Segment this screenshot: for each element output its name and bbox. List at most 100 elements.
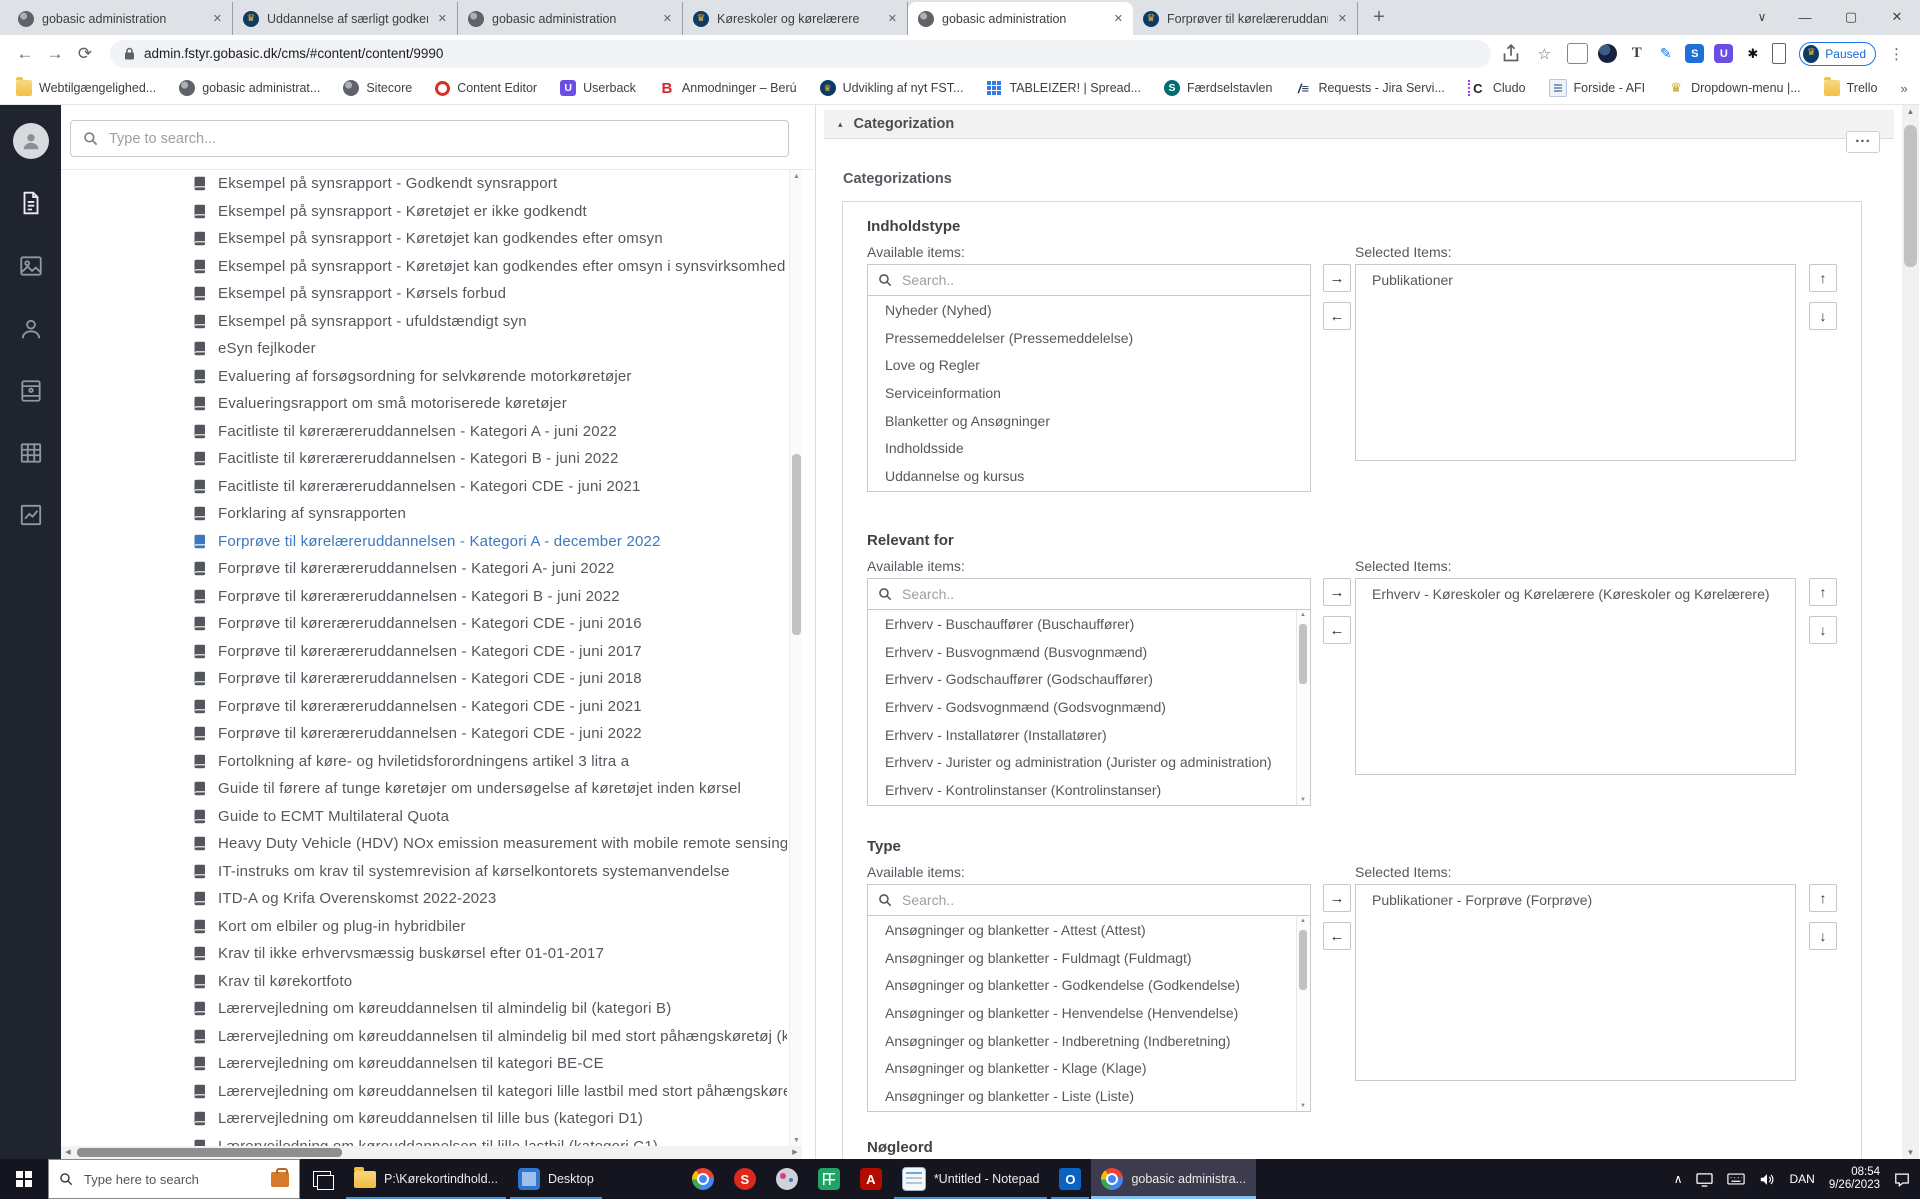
browser-menu-icon[interactable]: ⋮ — [1889, 45, 1904, 63]
tab-close-icon[interactable]: ✕ — [211, 10, 224, 27]
bookmark-item[interactable]: /≡ Requests - Jira Servi... — [1295, 80, 1444, 96]
move-right-button[interactable]: → — [1323, 264, 1351, 292]
move-up-button[interactable]: ↑ — [1809, 578, 1837, 606]
list-scrollbar[interactable]: ▲ ▼ — [1296, 610, 1310, 805]
document-list-item[interactable]: Lærervejledning om køreuddannelsen til l… — [61, 1105, 787, 1133]
categorization-header[interactable]: ▴ Categorization — [824, 110, 1894, 139]
tab-close-icon[interactable]: ✕ — [1112, 10, 1125, 27]
selected-item[interactable]: Erhverv - Køreskoler og Kørelærere (Køre… — [1356, 579, 1795, 609]
close-button[interactable]: ✕ — [1874, 0, 1920, 34]
taskbar-search-input[interactable] — [82, 1171, 262, 1188]
taskbar-app[interactable]: Desktop — [508, 1159, 604, 1199]
bookmark-item[interactable]: B Anmodninger – Berú — [659, 80, 797, 96]
move-up-button[interactable]: ↑ — [1809, 884, 1837, 912]
document-list-item[interactable]: Forprøve til køreræreruddannelsen - Kate… — [61, 693, 787, 721]
bookmark-item[interactable]: Content Editor — [435, 81, 537, 96]
bookmark-item[interactable]: Trello — [1824, 80, 1878, 96]
document-list-item[interactable]: Guide til førere af tunge køretøjer om u… — [61, 775, 787, 803]
document-list-item[interactable]: Fortolkning af køre- og hviletidsforordn… — [61, 748, 787, 776]
browser-tab[interactable]: gobasic administration ✕ — [8, 2, 233, 35]
hidden-icons-chevron[interactable]: ∧ — [1674, 1172, 1683, 1186]
available-item[interactable]: Indholdsside — [868, 434, 1310, 462]
scrollbar-thumb[interactable] — [1299, 930, 1307, 990]
document-list-item[interactable]: Forprøve til køreræreruddannelsen - Kate… — [61, 638, 787, 666]
move-left-button[interactable]: ← — [1323, 302, 1351, 330]
start-button[interactable] — [0, 1159, 48, 1199]
taskbar-app[interactable]: O — [1049, 1159, 1091, 1199]
document-list-item[interactable]: IT-instruks om krav til systemrevision a… — [61, 858, 787, 886]
scroll-down-icon[interactable]: ▼ — [790, 1137, 803, 1144]
available-item[interactable]: Erhverv - Busvognmænd (Busvognmænd) — [868, 638, 1310, 666]
available-item[interactable]: Ansøgninger og blanketter - Attest (Atte… — [868, 916, 1310, 944]
scroll-up-icon[interactable]: ▲ — [1297, 918, 1309, 924]
document-list-item[interactable]: Forprøve til køreræreruddannelsen - Kate… — [61, 555, 787, 583]
tray-keyboard-icon[interactable] — [1727, 1172, 1745, 1186]
bookmark-item[interactable]: ♛ Dropdown-menu |... — [1668, 80, 1801, 96]
taskbar-app[interactable]: P:\Kørekortindhold... — [344, 1159, 508, 1199]
list-vertical-scrollbar[interactable]: ▲ ▼ — [789, 170, 802, 1147]
tab-close-icon[interactable]: ✕ — [661, 10, 674, 27]
reload-icon[interactable]: ⟳ — [70, 39, 100, 69]
scrollbar-thumb[interactable] — [1904, 125, 1917, 267]
extension-icon[interactable]: S — [1685, 44, 1704, 63]
sidebar-item-tables[interactable] — [0, 440, 61, 466]
available-item[interactable]: Erhverv - Kontrolinstanser (Kontrolinsta… — [868, 776, 1310, 804]
scrollbar-thumb[interactable] — [1299, 624, 1307, 684]
document-list-item[interactable]: Facitliste til køreræreruddannelsen - Ka… — [61, 473, 787, 501]
tab-search-chevron-icon[interactable]: ∨ — [1742, 0, 1782, 34]
document-list-item[interactable]: Lærervejledning om køreuddannelsen til k… — [61, 1050, 787, 1078]
move-down-button[interactable]: ↓ — [1809, 616, 1837, 644]
available-search-input[interactable] — [900, 271, 1300, 289]
available-item[interactable]: Ansøgninger og blanketter - Liste (Liste… — [868, 1082, 1310, 1110]
taskbar-app[interactable] — [808, 1159, 850, 1199]
sidebar-item-contacts[interactable] — [0, 378, 61, 404]
move-up-button[interactable]: ↑ — [1809, 264, 1837, 292]
share-icon[interactable] — [1501, 44, 1521, 64]
scroll-down-icon[interactable]: ▼ — [1297, 797, 1309, 803]
sidebar-item-analytics[interactable] — [0, 502, 61, 528]
document-list-item[interactable]: Facitliste til køreræreruddannelsen - Ka… — [61, 445, 787, 473]
document-list-item[interactable]: Evaluering af forsøgsordning for selvkør… — [61, 363, 787, 391]
scrollbar-thumb[interactable] — [77, 1148, 342, 1157]
move-right-button[interactable]: → — [1323, 884, 1351, 912]
bookmark-item[interactable]: S Færdselstavlen — [1164, 80, 1272, 96]
taskbar-app[interactable]: A — [850, 1159, 892, 1199]
bookmark-item[interactable]: C Cludo — [1468, 80, 1526, 96]
document-list-item[interactable]: Lærervejledning om køreuddannelsen til k… — [61, 1078, 787, 1106]
tray-monitor-icon[interactable] — [1696, 1172, 1713, 1187]
taskbar-app[interactable] — [682, 1159, 724, 1199]
browser-tab[interactable]: Køreskoler og kørelærere ✕ — [683, 2, 908, 35]
document-list-item[interactable]: Heavy Duty Vehicle (HDV) NOx emission me… — [61, 830, 787, 858]
document-list-item[interactable]: eSyn fejlkoder — [61, 335, 787, 363]
task-view-button[interactable] — [300, 1159, 344, 1199]
bookmark-item[interactable]: Udvikling af nyt FST... — [820, 80, 964, 96]
bookmark-item[interactable]: Webtilgængelighed... — [16, 80, 156, 96]
sidebar-item-media[interactable] — [0, 253, 61, 279]
document-list-item[interactable]: Forklaring af synsrapporten — [61, 500, 787, 528]
cms-search-input[interactable] — [107, 130, 776, 148]
available-item[interactable]: Ansøgninger og blanketter - Klage (Klage… — [868, 1054, 1310, 1082]
document-list-item[interactable]: Eksempel på synsrapport - Godkendt synsr… — [61, 170, 787, 198]
document-list-item[interactable]: Evalueringsrapport om små motoriserede k… — [61, 390, 787, 418]
available-item[interactable]: Ansøgninger og blanketter - Henvendelse … — [868, 999, 1310, 1027]
scroll-up-icon[interactable]: ▲ — [790, 173, 803, 180]
available-item[interactable]: Erhverv - Godsvognmænd (Godsvognmænd) — [868, 693, 1310, 721]
extension-icon[interactable]: ✎ — [1656, 44, 1675, 63]
document-list-item[interactable]: Eksempel på synsrapport - Kørsels forbud — [61, 280, 787, 308]
new-tab-button[interactable]: + — [1364, 2, 1394, 32]
extension-icon[interactable] — [1567, 43, 1588, 64]
document-list-item[interactable]: Forprøve til køreræreruddannelsen - Kate… — [61, 720, 787, 748]
available-item[interactable]: Erhverv - Installatører (Installatører) — [868, 721, 1310, 749]
tab-close-icon[interactable]: ✕ — [1336, 10, 1349, 27]
move-down-button[interactable]: ↓ — [1809, 302, 1837, 330]
document-list-item[interactable]: Kort om elbiler og plug-in hybridbiler — [61, 913, 787, 941]
sidebar-item-documents[interactable] — [0, 190, 61, 216]
taskbar-clock[interactable]: 08:54 9/26/2023 — [1829, 1166, 1880, 1193]
language-indicator[interactable]: DAN — [1789, 1172, 1814, 1186]
speaker-icon[interactable] — [1759, 1172, 1775, 1187]
available-item[interactable]: Uddannelse og kursus — [868, 462, 1310, 490]
address-bar[interactable]: admin.fstyr.gobasic.dk/cms/#content/cont… — [110, 40, 1491, 68]
browser-tab[interactable]: Uddannelse af særligt godkendt ✕ — [233, 2, 458, 35]
bookmark-item[interactable]: TABLEIZER! | Spread... — [986, 80, 1141, 96]
tab-close-icon[interactable]: ✕ — [886, 10, 899, 27]
